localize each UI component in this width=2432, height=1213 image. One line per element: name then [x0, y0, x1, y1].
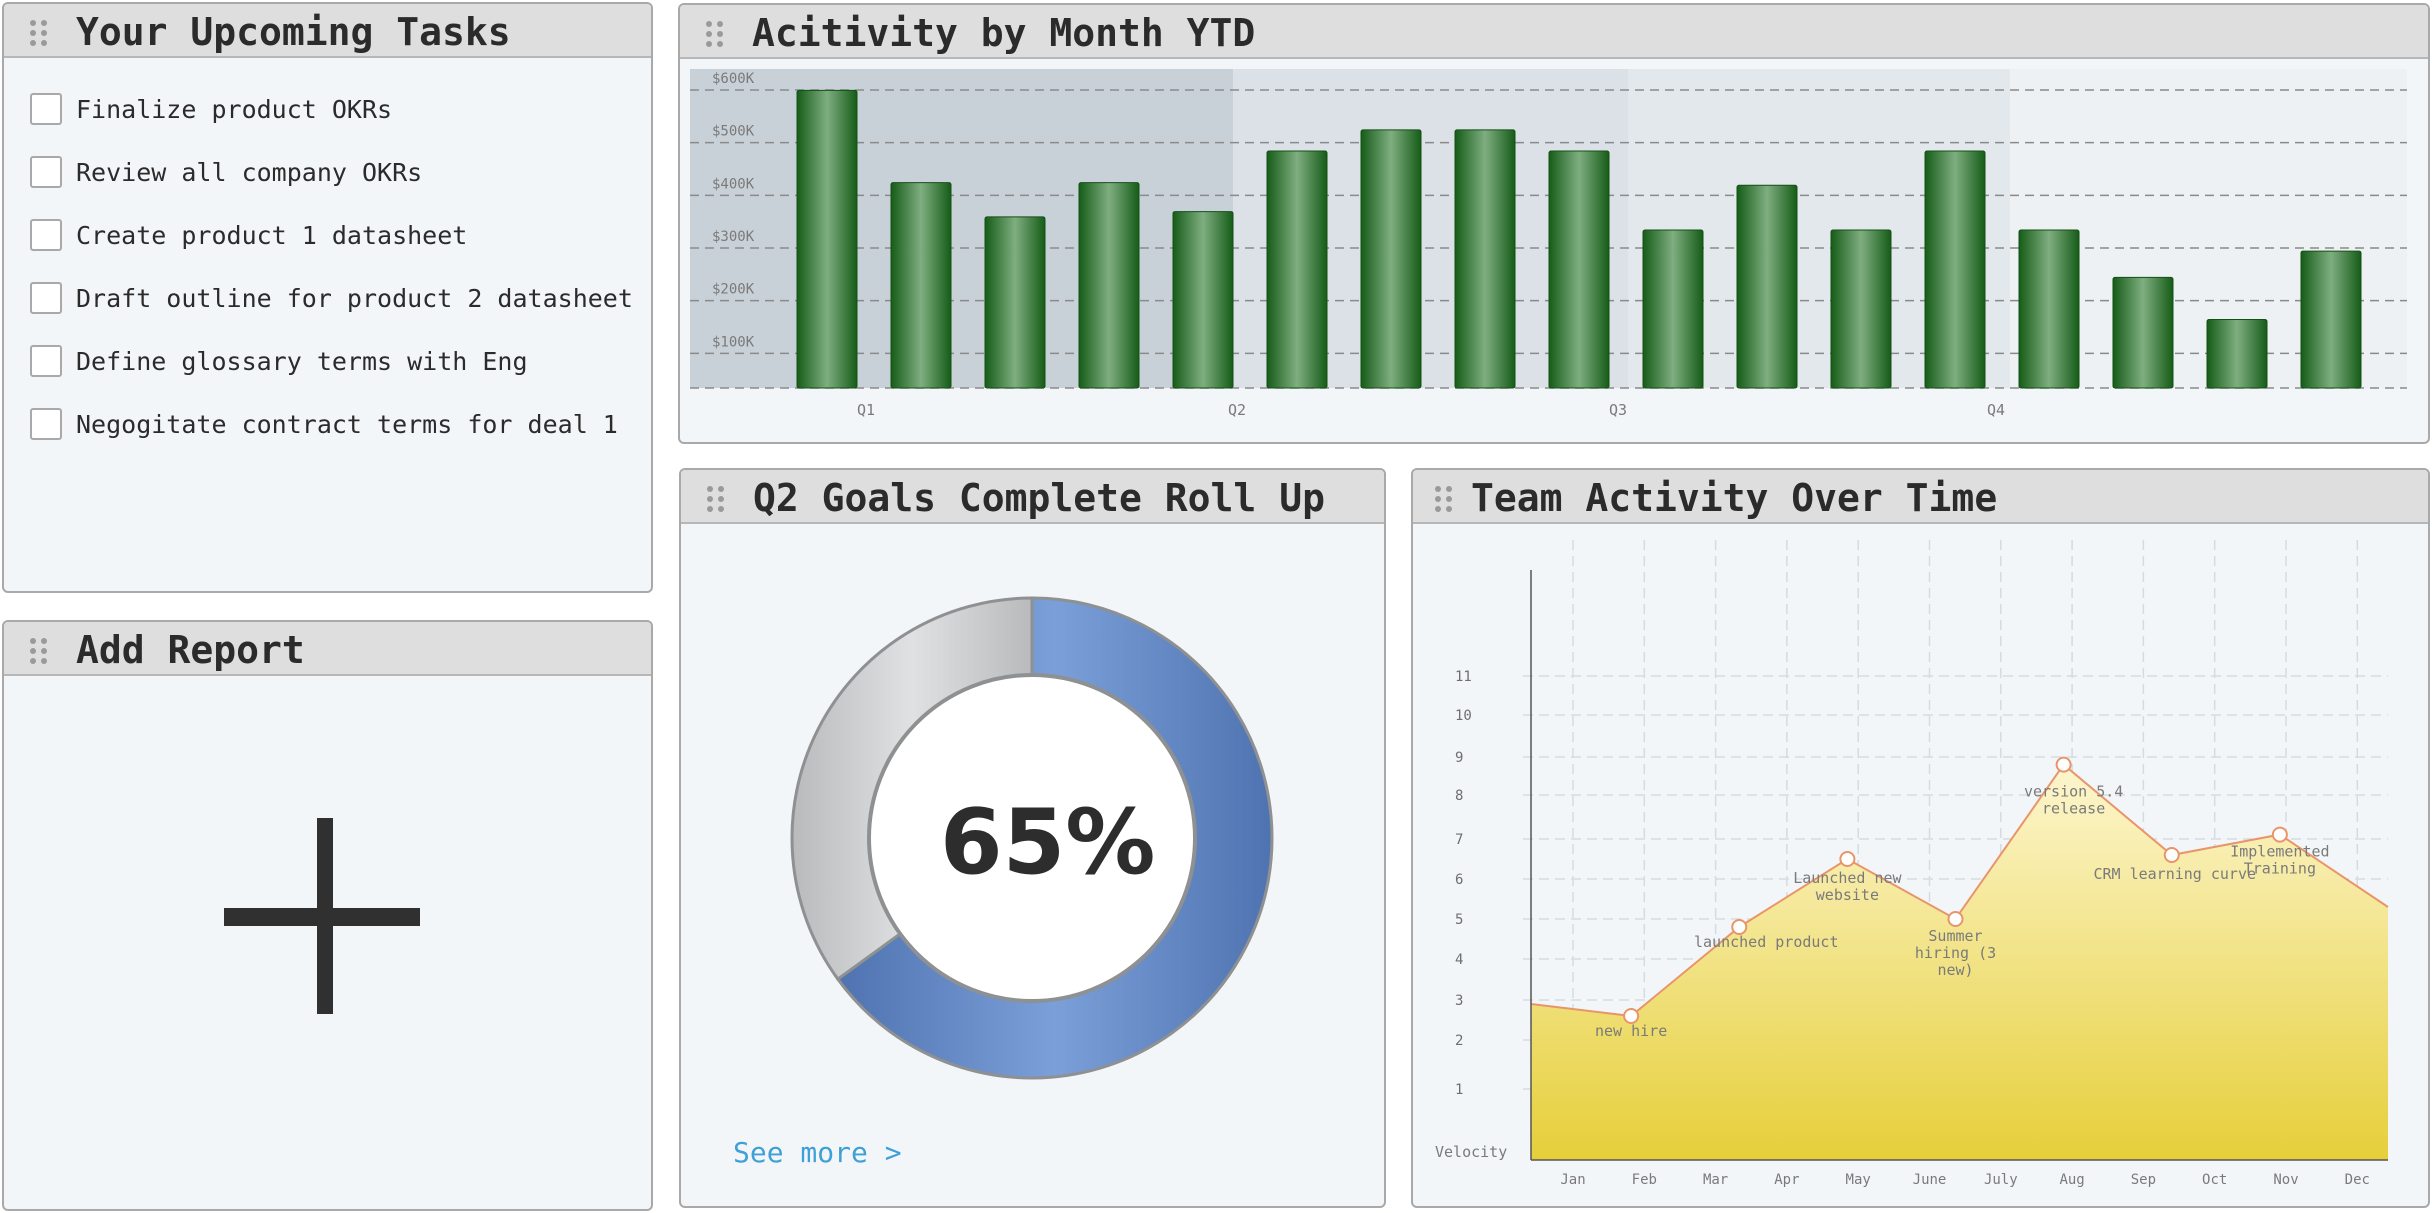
bar: [2300, 250, 2362, 389]
panel-title: Your Upcoming Tasks: [76, 10, 511, 54]
y-tick-label: 4: [1455, 952, 1463, 968]
y-tick-label: 9: [1455, 750, 1463, 766]
x-tick-label: Oct: [2202, 1172, 2227, 1188]
point-annotation: launched product: [1694, 933, 1839, 951]
point-annotation: CRM learning curve: [2093, 865, 2256, 883]
bar: [984, 216, 1046, 389]
x-tick-label: Q4: [1987, 401, 2005, 419]
y-tick-label: $300K: [712, 229, 755, 245]
bar: [1266, 150, 1328, 389]
data-point: [2163, 847, 2180, 863]
y-tick-label: $400K: [712, 176, 755, 192]
bar: [1642, 229, 1704, 389]
bar: [1172, 211, 1234, 389]
goals-percent-label: 65%: [940, 790, 1156, 895]
x-tick-label: Feb: [1632, 1172, 1657, 1188]
add-report-panel-header[interactable]: Add Report: [4, 622, 651, 676]
task-item[interactable]: Draft outline for product 2 datasheet: [30, 281, 633, 315]
task-item[interactable]: Review all company OKRs: [30, 155, 422, 189]
x-tick-label: Mar: [1703, 1172, 1728, 1188]
task-item[interactable]: Create product 1 datasheet: [30, 218, 467, 252]
y-axis-label: Velocity: [1435, 1143, 1507, 1161]
bar: [1924, 150, 1986, 389]
bar: [1548, 150, 1610, 389]
data-point: [1623, 1008, 1640, 1024]
x-tick-label: July: [1984, 1172, 2018, 1188]
task-item[interactable]: Finalize product OKRs: [30, 92, 392, 126]
drag-handle-icon[interactable]: [705, 484, 727, 512]
x-tick-label: Jan: [1560, 1172, 1585, 1188]
y-tick-label: 5: [1455, 912, 1463, 928]
bar: [796, 89, 858, 389]
x-tick-label: Aug: [2059, 1172, 2084, 1188]
x-tick-label: June: [1913, 1172, 1947, 1188]
y-tick-label: 6: [1455, 872, 1463, 888]
y-tick-label: 2: [1455, 1033, 1463, 1049]
task-label: Draft outline for product 2 datasheet: [76, 283, 633, 313]
task-label: Negogitate contract terms for deal 1: [76, 409, 618, 439]
task-checkbox[interactable]: [30, 345, 62, 377]
task-label: Define glossary terms with Eng: [76, 346, 528, 376]
y-tick-label: $100K: [712, 334, 755, 350]
task-label: Create product 1 datasheet: [76, 220, 468, 250]
x-tick-label: Q3: [1609, 401, 1627, 419]
bar: [2206, 319, 2268, 389]
bar: [1360, 129, 1422, 389]
team-activity-area-chart: 1234567891011new hirelaunched productLau…: [1435, 540, 2389, 1188]
data-point: [2055, 756, 2072, 773]
task-item[interactable]: Negogitate contract terms for deal 1: [30, 407, 618, 441]
bar: [2018, 229, 2080, 389]
drag-handle-icon[interactable]: [28, 636, 50, 664]
y-tick-label: 10: [1455, 708, 1472, 724]
panel-title: Add Report: [76, 628, 305, 672]
quarter-band: [690, 69, 1233, 388]
task-checkbox[interactable]: [30, 282, 62, 314]
task-checkbox[interactable]: [30, 93, 62, 125]
team-activity-panel: Team Activity Over Time 1 2 3 4 5 6 7 8 9 10 11 new…: [1411, 468, 2430, 1208]
activity-bar-chart: $100K $200K $300K $400K $500K $600K Q1 Q2 Q3 Q4: [690, 69, 2407, 419]
bar: [1454, 129, 1516, 389]
point-annotation: new hire: [1595, 1022, 1667, 1040]
task-label: Review all company OKRs: [76, 157, 423, 187]
point-annotation: Implemented Training: [2230, 843, 2329, 878]
bar: [1736, 184, 1798, 389]
task-label: Finalize product OKRs: [76, 94, 393, 124]
tasks-panel-header[interactable]: Your Upcoming Tasks: [4, 4, 651, 58]
bar: [890, 182, 952, 389]
y-tick-label: 7: [1455, 832, 1463, 848]
data-point: [1731, 919, 1748, 935]
x-tick-label: May: [1846, 1172, 1871, 1188]
x-tick-label: Sep: [2131, 1172, 2156, 1188]
see-more-link[interactable]: See more >: [733, 1136, 902, 1169]
panel-title: Q2 Goals Complete Roll Up: [753, 476, 1325, 520]
plus-icon[interactable]: [224, 818, 424, 1018]
bar: [2112, 276, 2174, 389]
bar: [1078, 182, 1140, 389]
y-tick-label: $500K: [712, 124, 755, 140]
task-checkbox[interactable]: [30, 408, 62, 440]
y-tick-label: 1: [1455, 1082, 1463, 1098]
y-tick-label: 3: [1455, 993, 1463, 1009]
x-tick-label: Nov: [2273, 1172, 2298, 1188]
tasks-panel: Your Upcoming Tasks Finalize product OKR…: [2, 2, 653, 593]
x-tick-label: Q2: [1228, 401, 1246, 419]
y-tick-label: 11: [1455, 669, 1472, 685]
task-checkbox[interactable]: [30, 219, 62, 251]
y-tick-label: 8: [1455, 788, 1463, 804]
task-checkbox[interactable]: [30, 156, 62, 188]
data-point: [1839, 851, 1856, 867]
task-item[interactable]: Define glossary terms with Eng: [30, 344, 528, 378]
x-tick-label: Q1: [857, 401, 875, 419]
y-tick-label: $600K: [712, 71, 755, 87]
bar: [1830, 229, 1892, 389]
activity-panel: Acitivity by Month YTD $100K $200K $300K $4…: [678, 3, 2430, 444]
data-point: [2271, 826, 2288, 843]
y-tick-label: $200K: [712, 282, 755, 298]
data-point: [1947, 911, 1964, 927]
x-tick-label: Apr: [1774, 1172, 1799, 1188]
x-tick-label: Dec: [2345, 1172, 2370, 1188]
drag-handle-icon[interactable]: [28, 18, 50, 46]
goals-panel-header[interactable]: Q2 Goals Complete Roll Up: [681, 470, 1384, 524]
